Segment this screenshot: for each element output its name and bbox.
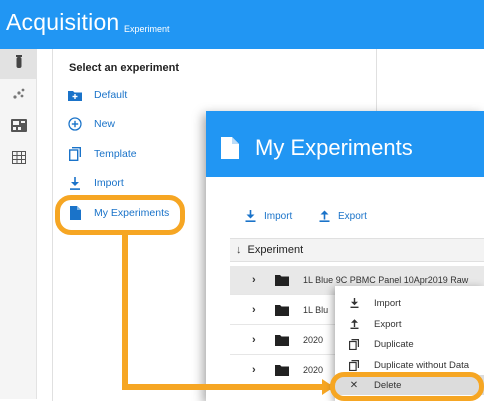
dialog-title: My Experiments — [255, 135, 413, 160]
chevron-right-icon[interactable]: › — [252, 364, 272, 376]
annotation-connector-horizontal — [122, 384, 332, 390]
experiment-column-header[interactable]: ↓ Experiment — [230, 238, 484, 262]
flask-icon — [14, 54, 24, 74]
dialog-header: My Experiments — [206, 111, 484, 177]
menu-item-label: Import — [374, 297, 401, 309]
column-header-label: Experiment — [247, 244, 304, 256]
list-item-label: Import — [94, 177, 124, 189]
list-item-default[interactable]: Default — [67, 84, 127, 106]
rail-item-experiment[interactable] — [0, 49, 37, 79]
sort-arrow-icon: ↓ — [236, 244, 242, 256]
copy-icon — [347, 338, 361, 350]
list-heading: Select an experiment — [69, 62, 180, 74]
row-name: 2020 — [303, 335, 324, 345]
upload-icon — [347, 319, 361, 329]
list-item-label: Default — [94, 89, 128, 101]
copy-icon — [67, 146, 83, 162]
upload-icon — [319, 210, 330, 222]
rail-item-instrument[interactable] — [0, 113, 37, 143]
chevron-right-icon[interactable]: › — [252, 334, 272, 346]
chevron-right-icon[interactable]: › — [252, 274, 272, 286]
folder-icon — [275, 364, 289, 376]
list-item-new[interactable]: New — [67, 113, 115, 135]
circle-plus-icon — [67, 116, 83, 132]
list-item-template[interactable]: Template — [67, 143, 137, 165]
menu-item-label: Duplicate without Data — [374, 359, 470, 371]
download-icon — [245, 210, 256, 222]
folder-icon — [275, 304, 289, 316]
list-item-label: Template — [94, 148, 137, 160]
chevron-right-icon[interactable]: › — [252, 304, 272, 316]
menu-item-duplicate[interactable]: Duplicate — [335, 334, 484, 354]
rail-item-analysis[interactable] — [0, 81, 37, 111]
export-button[interactable]: Export — [319, 208, 367, 224]
instrument-icon — [10, 119, 27, 137]
menu-item-label: Export — [374, 318, 402, 330]
document-icon — [221, 137, 239, 164]
app-subtitle: Experiment — [124, 24, 170, 34]
copy-icon — [347, 359, 361, 371]
list-item-import[interactable]: Import — [67, 172, 124, 194]
scatter-icon — [12, 87, 26, 105]
folder-icon — [275, 274, 289, 286]
folder-plus-icon — [67, 87, 83, 103]
highlight-delete — [330, 372, 484, 401]
rail-item-plate[interactable] — [0, 145, 37, 175]
menu-item-export[interactable]: Export — [335, 314, 484, 334]
download-icon — [67, 175, 83, 191]
annotation-connector-vertical — [122, 234, 128, 389]
app-bar: Acquisition Experiment — [0, 0, 484, 49]
download-icon — [347, 298, 361, 308]
grid-icon — [11, 151, 26, 169]
list-item-label: New — [94, 118, 116, 130]
row-name: 1L Blue 9C PBMC Panel 10Apr2019 Raw — [303, 275, 469, 285]
row-name: 2020 — [303, 365, 324, 375]
app-title: Acquisition — [6, 9, 120, 35]
highlight-my-experiments — [55, 195, 185, 235]
menu-item-import[interactable]: Import — [335, 293, 484, 313]
export-label: Export — [338, 210, 367, 222]
import-button[interactable]: Import — [245, 208, 292, 224]
import-label: Import — [264, 210, 293, 222]
menu-item-label: Duplicate — [374, 338, 414, 350]
folder-icon — [275, 334, 289, 346]
row-name: 1L Blu — [303, 305, 329, 315]
icon-rail — [0, 49, 37, 399]
